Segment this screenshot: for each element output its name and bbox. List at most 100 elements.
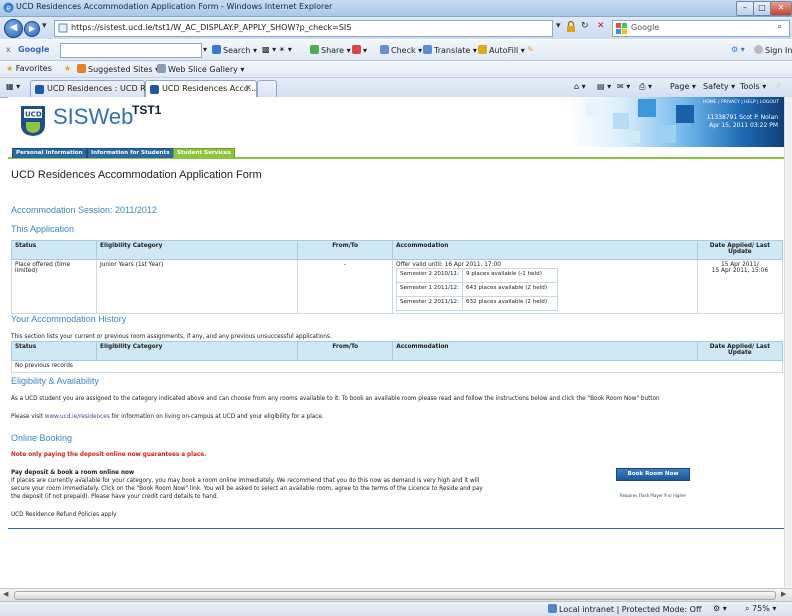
stop-icon[interactable]: ✕ — [597, 21, 605, 31]
wrench-icon[interactable]: ⚙ ▾ — [731, 45, 745, 54]
text-fragment: for information on living on-campus at U… — [109, 414, 324, 420]
top-links[interactable]: HOME | PRIVACY | HELP | LOGOUT — [703, 100, 779, 105]
booking-warning: Note only paying the deposit online now … — [11, 452, 207, 458]
new-tab-button[interactable] — [257, 80, 277, 97]
toolbar-tools[interactable]: ▩ ▾ ✴ ▾ — [262, 45, 292, 54]
semester-label: Semester 1 2011/12: — [396, 282, 463, 297]
col-status: Status — [10, 341, 98, 361]
star-icon: ★ — [6, 64, 14, 73]
application-status: Place offered (time limited) — [10, 259, 98, 314]
availability-row: Semester 2 2010/11: 9 places available (… — [396, 268, 558, 283]
mail-button[interactable]: ✉ ▾ — [617, 82, 630, 91]
toolbar-close-button[interactable]: x — [6, 45, 11, 54]
main-nav-tabs: Personal Information Information for Stu… — [8, 147, 784, 159]
status-bar: Local intranet | Protected Mode: Off ⚙ ▾… — [0, 601, 792, 616]
autofill-button[interactable]: AutoFill ▾ — [478, 45, 525, 55]
address-dropdown[interactable]: ▾ — [556, 21, 561, 31]
sign-in-link[interactable]: Sign In — [754, 45, 792, 55]
tab-information-for-students[interactable]: Information for Students — [87, 148, 174, 158]
suggested-sites-button[interactable]: Suggested Sites ▾ — [77, 64, 159, 74]
user-name-id: 11338791 Scot P. Nolan — [706, 114, 778, 121]
google-search-input[interactable] — [60, 43, 202, 58]
translate-button[interactable]: Translate ▾ — [423, 45, 477, 55]
svg-text:e: e — [6, 4, 11, 13]
places-available: 9 places available (-1 held) — [461, 268, 558, 283]
quick-tabs-icon[interactable]: ▦ ▾ — [6, 82, 20, 91]
table-header-row: Status Eligibility Category From/To Acco… — [10, 240, 784, 260]
home-button[interactable]: ⌂ ▾ — [574, 82, 586, 91]
zoom-control[interactable]: ⌕ 75% ▾ — [745, 604, 776, 614]
forward-button[interactable]: ▶ — [24, 21, 40, 37]
search-dropdown[interactable]: ▾ — [203, 45, 207, 54]
scroll-right-icon[interactable]: ▶ — [781, 590, 786, 598]
scrollbar-thumb[interactable] — [14, 591, 776, 600]
lock-icon[interactable] — [566, 21, 576, 33]
booking-line: If places are currently available for yo… — [11, 478, 480, 484]
bookmark-button[interactable]: ▾ — [352, 45, 367, 55]
protected-mode-icon[interactable]: ⚙ ▾ — [713, 604, 727, 613]
minimize-button[interactable]: – — [736, 1, 754, 16]
semester-label: Semester 2 2011/12: — [396, 296, 463, 311]
feeds-button[interactable]: ▤ ▾ — [597, 82, 611, 91]
table-row: No previous records — [11, 360, 783, 373]
tab-label: UCD Residences Acco... — [162, 84, 257, 93]
tab-ucd-residences[interactable]: UCD Residences : UCD Res... — [30, 80, 162, 97]
address-bar[interactable]: https://sistest.ucd.ie/tst1/W_AC_DISPLAY… — [54, 20, 553, 37]
google-icon — [616, 23, 627, 34]
search-box[interactable]: Google ⌕ — [612, 20, 790, 37]
scroll-left-icon[interactable]: ◀ — [3, 590, 8, 598]
search-button[interactable]: Search ▾ — [212, 45, 257, 55]
user-info: 11338791 Scot P. Nolan Apr 15, 2011 03:2… — [698, 114, 778, 130]
add-favorite-icon[interactable]: ★ — [64, 64, 71, 73]
residences-link[interactable]: www.ucd.ie/residences — [45, 414, 110, 420]
col-from-to: From/To — [297, 240, 393, 260]
history-heading: Your Accommodation History — [11, 314, 127, 324]
ie-icon: e — [3, 2, 14, 13]
history-empty: No previous records — [11, 360, 783, 373]
tools-menu[interactable]: Tools ▾ — [740, 82, 766, 91]
availability-row: Semester 2 2011/12: 632 places available… — [396, 296, 558, 311]
history-dropdown[interactable]: ▾ — [42, 21, 47, 31]
page-menu[interactable]: Page ▾ — [670, 82, 696, 91]
print-button[interactable]: ⎙ ▾ — [639, 82, 652, 92]
maximize-button[interactable]: □ — [753, 1, 771, 16]
tab-personal-information[interactable]: Personal Information — [12, 148, 87, 158]
col-status: Status — [10, 240, 98, 260]
horizontal-scrollbar[interactable]: ◀ ▶ — [0, 588, 792, 601]
intranet-icon — [548, 604, 557, 613]
spellcheck-icon — [380, 45, 389, 54]
tab-student-services[interactable]: Student Services — [173, 148, 235, 158]
application-eligibility: Junior Years (1st Year) — [96, 259, 299, 314]
close-tab-icon[interactable]: ✕ — [245, 83, 252, 92]
back-button[interactable]: ◀ — [4, 19, 23, 38]
availability-table: Semester 2 2010/11: 9 places available (… — [396, 268, 558, 311]
search-engine-label: Google — [631, 23, 660, 32]
translate-icon — [423, 45, 432, 54]
eligibility-text: As a UCD student you are assigned to the… — [11, 396, 660, 402]
share-button[interactable]: Share ▾ — [310, 45, 351, 55]
help-icon[interactable]: ❔ — [772, 82, 782, 91]
check-button[interactable]: Check ▾ — [380, 45, 422, 55]
mosaic-tile — [676, 105, 694, 123]
window-title: UCD Residences Accommodation Application… — [16, 2, 333, 11]
tab-bar: ▦ ▾ UCD Residences : UCD Res... UCD Resi… — [0, 78, 792, 98]
ucd-favicon — [150, 85, 159, 94]
web-slice-gallery-button[interactable]: Web Slice Gallery ▾ — [157, 64, 244, 74]
highlight-icon[interactable]: ✎ — [527, 45, 534, 54]
safety-menu[interactable]: Safety ▾ — [703, 82, 735, 91]
bookmark-icon — [352, 45, 361, 54]
search-icon — [212, 45, 221, 54]
favorites-button[interactable]: ★ Favorites — [6, 64, 52, 73]
address-row: ◀ ▶ ▾ https://sistest.ucd.ie/tst1/W_AC_D… — [0, 17, 792, 39]
history-intro: This section lists your current or previ… — [11, 334, 332, 340]
refresh-icon[interactable]: ↻ — [581, 21, 589, 31]
tab-accommodation-form[interactable]: UCD Residences Acco... ✕ — [145, 80, 257, 97]
vertical-scrollbar[interactable] — [784, 97, 792, 587]
application-from-to: - — [297, 259, 393, 314]
user-icon — [754, 45, 763, 54]
svg-text:UCD: UCD — [25, 111, 42, 119]
search-icon[interactable]: ⌕ — [777, 22, 782, 32]
application-accommodation: Offer valid until: 16 Apr 2011, 17:00 Se… — [392, 259, 698, 314]
book-room-now-button[interactable]: Book Room Now — [616, 468, 690, 481]
close-button[interactable]: ✕ — [770, 1, 792, 16]
